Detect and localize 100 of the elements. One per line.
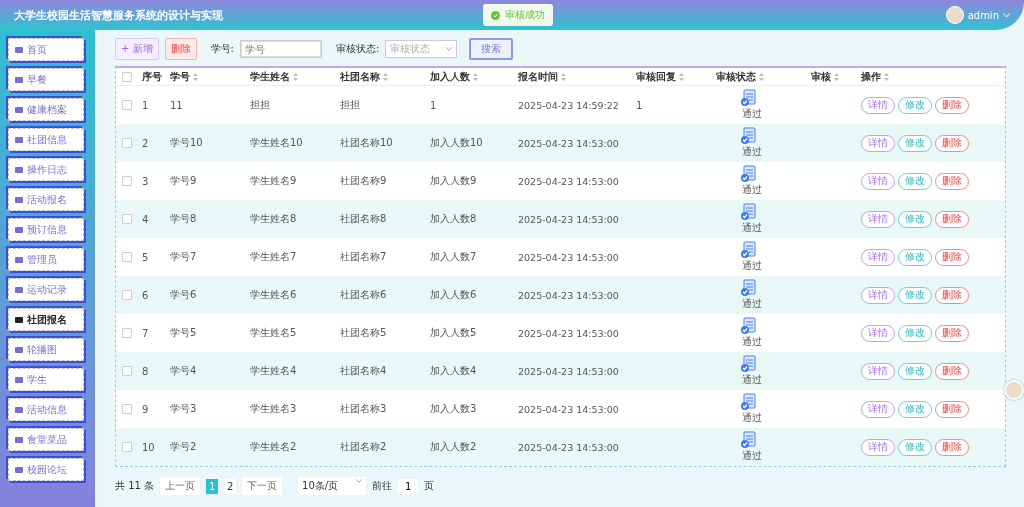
delete-button[interactable]: 删除: [935, 248, 969, 266]
sort-icon[interactable]: [293, 72, 298, 81]
prev-page-button[interactable]: 上一页: [160, 477, 201, 495]
menu-item-icon: [15, 135, 23, 144]
column-header: 加入人数: [430, 69, 470, 84]
sort-icon[interactable]: [193, 72, 198, 81]
row-checkbox[interactable]: [122, 252, 132, 262]
page-number[interactable]: 2: [224, 478, 237, 494]
detail-button[interactable]: 详情: [861, 134, 895, 152]
delete-button[interactable]: 删除: [935, 134, 969, 152]
caret-icon: [446, 47, 453, 51]
edit-button[interactable]: 修改: [898, 438, 932, 456]
sort-icon[interactable]: [759, 72, 764, 81]
edit-button[interactable]: 修改: [898, 362, 932, 380]
approved-document-icon: [740, 241, 758, 259]
detail-button[interactable]: 详情: [861, 324, 895, 342]
detail-button[interactable]: 详情: [861, 438, 895, 456]
sort-icon[interactable]: [834, 72, 839, 81]
sidebar-item[interactable]: 活动信息: [8, 398, 84, 421]
table-cell: 10: [142, 441, 155, 453]
caret-icon[interactable]: [1003, 12, 1010, 18]
table-cell: 社团名称9: [340, 174, 387, 188]
delete-button[interactable]: 删除: [935, 210, 969, 228]
table-cell: 5: [142, 251, 149, 263]
edit-button[interactable]: 修改: [898, 248, 932, 266]
next-page-button[interactable]: 下一页: [242, 477, 283, 495]
sort-icon[interactable]: [473, 72, 478, 81]
table-cell: 社团名称8: [340, 212, 387, 226]
edit-button[interactable]: 修改: [898, 210, 932, 228]
edit-button[interactable]: 修改: [898, 96, 932, 114]
detail-button[interactable]: 详情: [861, 172, 895, 190]
table-cell: 社团名称2: [340, 440, 387, 454]
detail-button[interactable]: 详情: [861, 286, 895, 304]
row-checkbox[interactable]: [122, 442, 132, 452]
edit-button[interactable]: 修改: [898, 400, 932, 418]
sort-icon[interactable]: [561, 72, 566, 81]
menu-item-icon: [15, 405, 23, 414]
sidebar-item[interactable]: 预订信息: [8, 218, 84, 241]
edit-button[interactable]: 修改: [898, 324, 932, 342]
row-checkbox[interactable]: [122, 404, 132, 414]
sidebar-item[interactable]: 轮播图: [8, 338, 84, 361]
row-checkbox[interactable]: [122, 366, 132, 376]
row-checkbox[interactable]: [122, 214, 132, 224]
table-cell: 学号7: [170, 250, 197, 264]
add-button[interactable]: + 新增: [115, 38, 159, 60]
row-checkbox[interactable]: [122, 290, 132, 300]
delete-button[interactable]: 删除: [935, 400, 969, 418]
student-id-field[interactable]: 学号: [239, 40, 322, 58]
status-text: 通过: [741, 222, 762, 235]
table-cell: 2025-04-23 14:53:00: [518, 403, 619, 415]
goto-suffix: 页: [424, 479, 435, 493]
user-avatar[interactable]: [945, 6, 964, 24]
row-checkbox[interactable]: [122, 138, 132, 148]
delete-button[interactable]: 删除: [164, 38, 197, 60]
detail-button[interactable]: 详情: [861, 248, 895, 266]
detail-button[interactable]: 详情: [861, 362, 895, 380]
sidebar-item[interactable]: 健康档案: [8, 98, 84, 121]
sort-icon[interactable]: [679, 72, 684, 81]
sidebar-item[interactable]: 学生: [8, 368, 84, 391]
sidebar-item[interactable]: 社团报名: [8, 308, 84, 331]
sidebar-item[interactable]: 食堂菜品: [8, 428, 84, 451]
status-dropdown[interactable]: 审核状态: [385, 40, 458, 58]
row-checkbox[interactable]: [122, 176, 132, 186]
select-all-checkbox[interactable]: [122, 71, 132, 82]
delete-button[interactable]: 删除: [935, 324, 969, 342]
table-cell: 加入人数4: [430, 364, 477, 378]
floating-avatar[interactable]: [1004, 380, 1024, 400]
detail-button[interactable]: 详情: [861, 96, 895, 114]
delete-button[interactable]: 删除: [935, 362, 969, 380]
goto-page-field[interactable]: 1: [398, 478, 419, 494]
delete-button[interactable]: 删除: [935, 172, 969, 190]
sort-icon[interactable]: [383, 72, 388, 81]
edit-button[interactable]: 修改: [898, 134, 932, 152]
table-cell: 8: [142, 365, 149, 377]
detail-button[interactable]: 详情: [861, 210, 895, 228]
table-cell: 学号9: [170, 174, 197, 188]
sidebar-item[interactable]: 运动记录: [8, 278, 84, 301]
sort-icon[interactable]: [884, 72, 889, 81]
sidebar-item[interactable]: 操作日志: [8, 158, 84, 181]
edit-button[interactable]: 修改: [898, 172, 932, 190]
table-cell: 加入人数9: [430, 174, 477, 188]
sidebar-item[interactable]: 早餐: [8, 68, 84, 91]
delete-button[interactable]: 删除: [935, 286, 969, 304]
sidebar-item[interactable]: 校园论坛: [8, 458, 84, 481]
user-name[interactable]: admin: [967, 9, 999, 21]
sidebar-item[interactable]: 首页: [8, 38, 84, 61]
row-checkbox[interactable]: [122, 100, 132, 110]
delete-button[interactable]: 删除: [935, 96, 969, 114]
edit-button[interactable]: 修改: [898, 286, 932, 304]
sidebar-item[interactable]: 社团信息: [8, 128, 84, 151]
delete-button[interactable]: 删除: [935, 438, 969, 456]
sidebar-item[interactable]: 活动报名: [8, 188, 84, 211]
table-cell: 加入人数6: [430, 288, 477, 302]
row-checkbox[interactable]: [122, 328, 132, 338]
search-button[interactable]: 搜索: [469, 38, 514, 60]
field-label: 学号:: [210, 42, 234, 56]
page-number[interactable]: 1: [206, 478, 219, 494]
sidebar-item[interactable]: 管理员: [8, 248, 84, 271]
page-size-dropdown[interactable]: 10条/页: [298, 477, 367, 495]
detail-button[interactable]: 详情: [861, 400, 895, 418]
